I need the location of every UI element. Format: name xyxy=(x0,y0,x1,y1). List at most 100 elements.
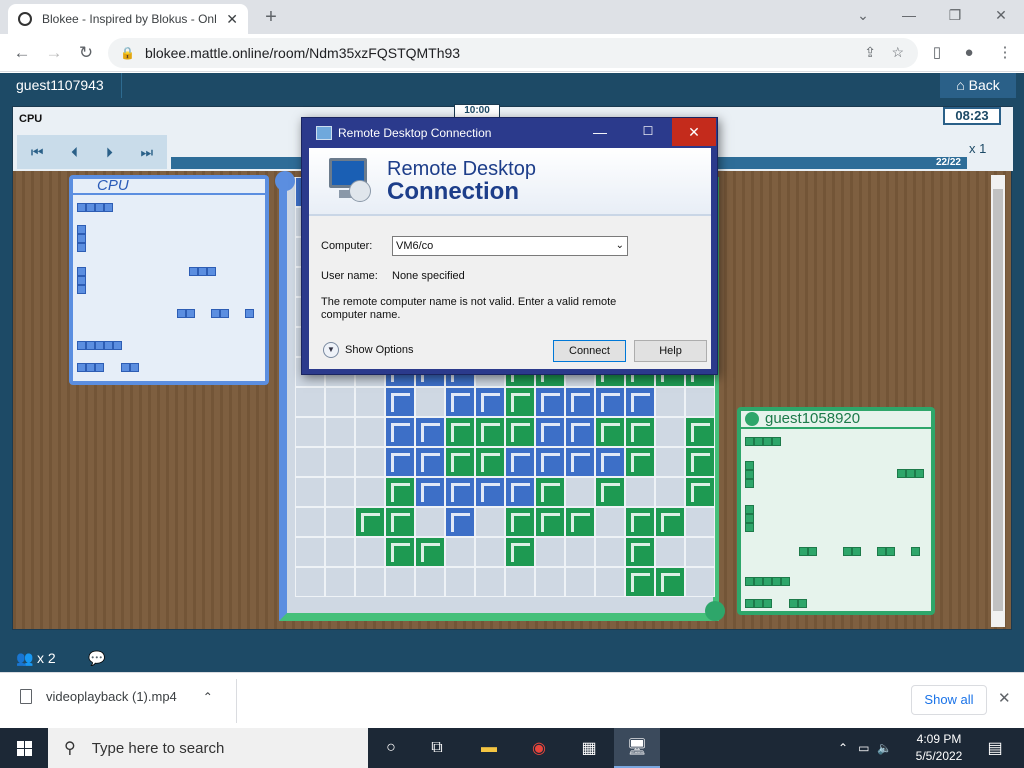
volume-icon[interactable]: 🔈 xyxy=(877,741,892,755)
grid-cell[interactable] xyxy=(415,417,445,447)
grid-cell[interactable] xyxy=(295,387,325,417)
grid-cell[interactable] xyxy=(655,507,685,537)
grid-cell[interactable] xyxy=(595,537,625,567)
back-button[interactable]: ⌂ Back xyxy=(940,73,1016,98)
restore-icon[interactable]: ❐ xyxy=(932,0,978,30)
chrome-icon[interactable]: ◉ xyxy=(516,728,562,768)
grid-cell[interactable] xyxy=(325,477,355,507)
grid-cell[interactable] xyxy=(625,387,655,417)
grid-cell[interactable] xyxy=(355,567,385,597)
connect-button[interactable]: Connect xyxy=(553,340,626,362)
grid-cell[interactable] xyxy=(595,507,625,537)
grid-cell[interactable] xyxy=(355,507,385,537)
grid-cell[interactable] xyxy=(625,537,655,567)
show-hidden-icons-icon[interactable]: ⌃ xyxy=(838,741,848,755)
browser-tab[interactable]: Blokee - Inspired by Blokus - Onl ✕ xyxy=(8,4,248,34)
grid-cell[interactable] xyxy=(295,477,325,507)
network-icon[interactable]: ▭ xyxy=(858,741,869,755)
piece[interactable] xyxy=(77,225,86,252)
grid-cell[interactable] xyxy=(565,387,595,417)
grid-cell[interactable] xyxy=(295,447,325,477)
show-all-button[interactable]: Show all xyxy=(911,685,987,715)
download-item[interactable]: videoplayback (1).mp4 ⌃ xyxy=(20,689,213,704)
users-icon[interactable]: 👥 xyxy=(16,650,33,667)
grid-cell[interactable] xyxy=(445,507,475,537)
grid-cell[interactable] xyxy=(595,477,625,507)
step-forward-icon[interactable]: ⏵ xyxy=(106,144,113,161)
grid-cell[interactable] xyxy=(385,417,415,447)
piece[interactable] xyxy=(77,203,113,212)
grid-cell[interactable] xyxy=(565,417,595,447)
grid-cell[interactable] xyxy=(445,537,475,567)
grid-cell[interactable] xyxy=(295,417,325,447)
notifications-icon[interactable]: ▤ xyxy=(972,728,1018,768)
grid-cell[interactable] xyxy=(355,387,385,417)
window-close-icon[interactable]: ✕ xyxy=(978,0,1024,30)
grid-cell[interactable] xyxy=(565,537,595,567)
grid-cell[interactable] xyxy=(655,417,685,447)
grid-cell[interactable] xyxy=(445,477,475,507)
grid-cell[interactable] xyxy=(325,387,355,417)
piece[interactable] xyxy=(745,577,790,586)
start-button[interactable] xyxy=(0,728,48,768)
scrollbar-thumb[interactable] xyxy=(993,189,1003,611)
show-options-toggle[interactable]: ▼ Show Options xyxy=(323,342,413,358)
grid-cell[interactable] xyxy=(355,537,385,567)
kebab-menu-icon[interactable]: ⋮ xyxy=(994,42,1016,64)
grid-cell[interactable] xyxy=(655,447,685,477)
dialog-close-button[interactable]: ✕ xyxy=(672,118,716,146)
grid-cell[interactable] xyxy=(685,447,715,477)
grid-cell[interactable] xyxy=(625,447,655,477)
cortana-icon[interactable]: ○ xyxy=(368,728,414,768)
grid-cell[interactable] xyxy=(565,567,595,597)
grid-cell[interactable] xyxy=(475,417,505,447)
close-download-bar-icon[interactable]: ✕ xyxy=(998,689,1011,707)
bookmark-star-icon[interactable]: ☆ xyxy=(891,44,904,61)
grid-cell[interactable] xyxy=(535,387,565,417)
grid-cell[interactable] xyxy=(535,507,565,537)
piece[interactable] xyxy=(245,309,254,318)
grid-cell[interactable] xyxy=(415,537,445,567)
grid-cell[interactable] xyxy=(295,537,325,567)
grid-cell[interactable] xyxy=(325,417,355,447)
grid-cell[interactable] xyxy=(415,387,445,417)
computer-combobox[interactable]: VM6/co ⌄ xyxy=(392,236,628,256)
grid-cell[interactable] xyxy=(685,567,715,597)
grid-cell[interactable] xyxy=(295,567,325,597)
grid-cell[interactable] xyxy=(475,567,505,597)
grid-cell[interactable] xyxy=(685,477,715,507)
grid-cell[interactable] xyxy=(475,477,505,507)
reload-icon[interactable]: ↻ xyxy=(72,40,100,66)
grid-cell[interactable] xyxy=(415,477,445,507)
piece[interactable] xyxy=(177,309,195,318)
grid-cell[interactable] xyxy=(325,567,355,597)
piece[interactable] xyxy=(877,547,895,556)
grid-cell[interactable] xyxy=(355,477,385,507)
piece[interactable] xyxy=(77,341,122,350)
piece[interactable] xyxy=(745,437,781,446)
address-bar[interactable]: 🔒 blokee.mattle.online/room/Ndm35xzFQSTQ… xyxy=(108,38,918,68)
grid-cell[interactable] xyxy=(685,537,715,567)
grid-cell[interactable] xyxy=(475,447,505,477)
grid-cell[interactable] xyxy=(685,507,715,537)
tab-close-icon[interactable]: ✕ xyxy=(226,11,238,28)
grid-cell[interactable] xyxy=(385,507,415,537)
piece[interactable] xyxy=(745,505,754,532)
grid-cell[interactable] xyxy=(505,387,535,417)
grid-cell[interactable] xyxy=(625,477,655,507)
grid-cell[interactable] xyxy=(325,537,355,567)
grid-cell[interactable] xyxy=(655,477,685,507)
help-button[interactable]: Help xyxy=(634,340,707,362)
grid-cell[interactable] xyxy=(655,537,685,567)
chevron-up-icon[interactable]: ⌃ xyxy=(203,690,213,704)
grid-cell[interactable] xyxy=(535,537,565,567)
grid-cell[interactable] xyxy=(565,507,595,537)
grid-cell[interactable] xyxy=(505,477,535,507)
grid-cell[interactable] xyxy=(325,507,355,537)
sidepanel-icon[interactable]: ▯ xyxy=(926,42,948,64)
grid-cell[interactable] xyxy=(505,447,535,477)
grid-cell[interactable] xyxy=(535,417,565,447)
grid-cell[interactable] xyxy=(355,447,385,477)
forward-arrow-icon[interactable]: → xyxy=(40,40,68,66)
grid-cell[interactable] xyxy=(595,417,625,447)
